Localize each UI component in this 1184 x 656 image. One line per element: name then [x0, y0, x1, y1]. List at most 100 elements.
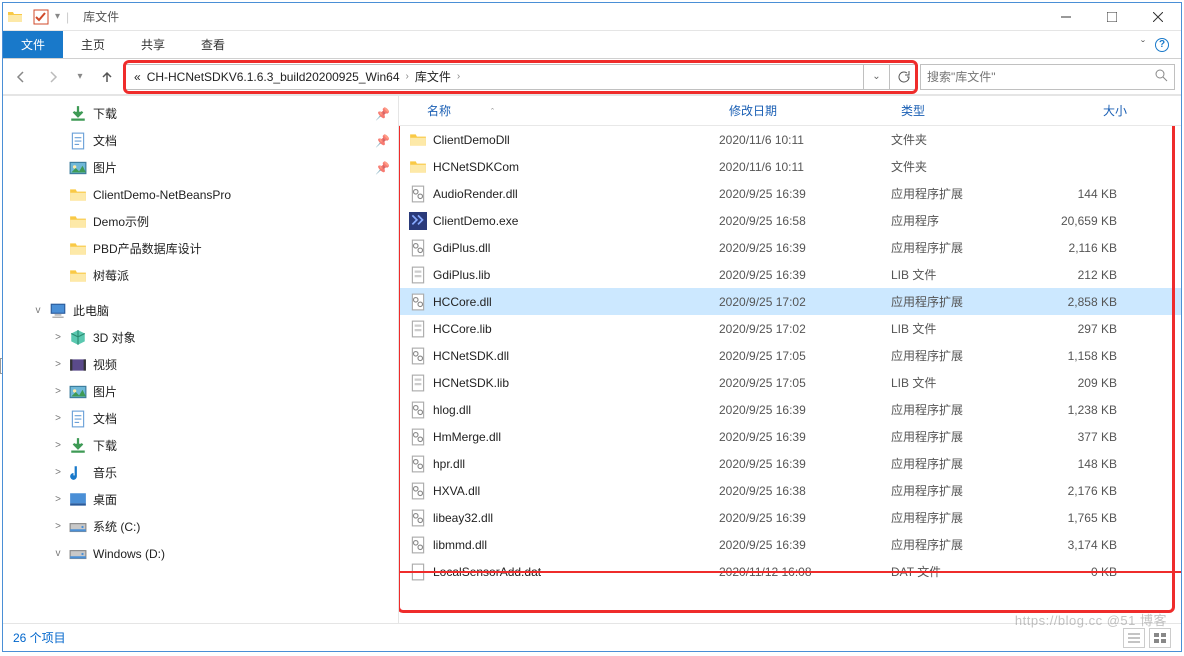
sidebar-item[interactable]: 下载📌: [3, 100, 398, 127]
expand-icon[interactable]: >: [53, 386, 63, 397]
column-date[interactable]: 修改日期: [729, 102, 901, 119]
qat-dropdown-icon[interactable]: ▾: [55, 11, 60, 22]
recent-dropdown[interactable]: ▾: [71, 63, 89, 91]
sidebar-item[interactable]: v此电脑: [3, 297, 398, 324]
tab-view[interactable]: 查看: [183, 31, 243, 58]
file-row[interactable]: AudioRender.dll2020/9/25 16:39应用程序扩展144 …: [399, 180, 1181, 207]
file-size: 377 KB: [1041, 430, 1125, 444]
pin-icon: 📌: [375, 134, 390, 148]
file-name: HXVA.dll: [433, 484, 480, 498]
chevron-right-icon[interactable]: ›: [457, 71, 460, 82]
sidebar-item[interactable]: 文档📌: [3, 127, 398, 154]
pin-icon: 📌: [375, 107, 390, 121]
up-button[interactable]: [93, 63, 121, 91]
sidebar-item[interactable]: Demo示例: [3, 208, 398, 235]
dll-icon: [409, 293, 427, 311]
sidebar-item[interactable]: > 音乐: [3, 459, 398, 486]
expand-icon[interactable]: >: [53, 359, 63, 370]
refresh-button[interactable]: [890, 64, 916, 90]
column-name[interactable]: 名称ˆ: [399, 102, 729, 119]
file-row[interactable]: HmMerge.dll2020/9/25 16:39应用程序扩展377 KB: [399, 423, 1181, 450]
maximize-button[interactable]: [1089, 3, 1135, 31]
back-button[interactable]: [7, 63, 35, 91]
sidebar-item-label: 文档: [93, 410, 117, 427]
tab-home-label: 主页: [81, 36, 105, 53]
sidebar-item[interactable]: vWindows (D:): [3, 540, 398, 567]
file-row[interactable]: HCNetSDK.dll2020/9/25 17:05应用程序扩展1,158 K…: [399, 342, 1181, 369]
address-bar[interactable]: « CH-HCNetSDKV6.1.6.3_build20200925_Win6…: [125, 64, 916, 90]
cube-icon: [69, 329, 87, 347]
file-row[interactable]: GdiPlus.lib2020/9/25 16:39LIB 文件212 KB: [399, 261, 1181, 288]
chevron-right-icon[interactable]: ›: [406, 71, 409, 82]
expand-icon[interactable]: v: [53, 548, 63, 559]
expand-icon[interactable]: >: [53, 494, 63, 505]
minimize-button[interactable]: [1043, 3, 1089, 31]
expand-icon[interactable]: >: [53, 413, 63, 424]
sidebar-item-label: PBD产品数据库设计: [93, 240, 202, 257]
sidebar-item[interactable]: >下载: [3, 432, 398, 459]
help-icon[interactable]: ?: [1155, 38, 1169, 52]
address-dropdown-icon[interactable]: ⌄: [864, 64, 890, 90]
close-button[interactable]: [1135, 3, 1181, 31]
tab-file[interactable]: 文件: [3, 31, 63, 58]
sidebar-item[interactable]: >图片: [3, 378, 398, 405]
sidebar-item[interactable]: 树莓派: [3, 262, 398, 289]
folder-icon: [409, 131, 427, 149]
file-row[interactable]: LocalSensorAdd.dat2020/11/12 16:08DAT 文件…: [399, 558, 1181, 585]
folder-icon: [69, 240, 87, 258]
file-date: 2020/11/12 16:08: [719, 565, 891, 579]
sidebar-item[interactable]: >系统 (C:): [3, 513, 398, 540]
sidebar-item[interactable]: >桌面: [3, 486, 398, 513]
dll-icon: [409, 455, 427, 473]
search-icon[interactable]: [1154, 68, 1168, 85]
sidebar-item[interactable]: >3D 对象: [3, 324, 398, 351]
view-icons-button[interactable]: [1149, 628, 1171, 648]
breadcrumb-prefix: «: [134, 70, 141, 84]
tab-share[interactable]: 共享: [123, 31, 183, 58]
search-input[interactable]: [927, 70, 1127, 84]
file-row[interactable]: HXVA.dll2020/9/25 16:38应用程序扩展2,176 KB: [399, 477, 1181, 504]
file-row[interactable]: ClientDemoDll2020/11/6 10:11文件夹: [399, 126, 1181, 153]
file-name: HCCore.lib: [433, 322, 492, 336]
file-row[interactable]: libmmd.dll2020/9/25 16:39应用程序扩展3,174 KB: [399, 531, 1181, 558]
sidebar-item[interactable]: >视频: [3, 351, 398, 378]
file-row[interactable]: HCCore.dll2020/9/25 17:02应用程序扩展2,858 KB: [399, 288, 1181, 315]
file-row[interactable]: ClientDemo.exe2020/9/25 16:58应用程序20,659 …: [399, 207, 1181, 234]
file-row[interactable]: HCCore.lib2020/9/25 17:02LIB 文件297 KB: [399, 315, 1181, 342]
file-row[interactable]: hpr.dll2020/9/25 16:39应用程序扩展148 KB: [399, 450, 1181, 477]
qat-checkbox-icon[interactable]: [33, 9, 49, 25]
sidebar-item[interactable]: PBD产品数据库设计: [3, 235, 398, 262]
ribbon-expand-icon[interactable]: ˇ: [1141, 38, 1145, 52]
file-size: 2,858 KB: [1041, 295, 1125, 309]
file-row[interactable]: HCNetSDK.lib2020/9/25 17:05LIB 文件209 KB: [399, 369, 1181, 396]
folder-app-icon: [7, 9, 23, 25]
expand-icon[interactable]: >: [53, 467, 63, 478]
tab-home[interactable]: 主页: [63, 31, 123, 58]
expand-icon[interactable]: >: [53, 332, 63, 343]
file-row[interactable]: hlog.dll2020/9/25 16:39应用程序扩展1,238 KB: [399, 396, 1181, 423]
file-name: GdiPlus.lib: [433, 268, 490, 282]
file-row[interactable]: HCNetSDKCom2020/11/6 10:11文件夹: [399, 153, 1181, 180]
file-date: 2020/9/25 17:02: [719, 322, 891, 336]
file-name: LocalSensorAdd.dat: [433, 565, 541, 579]
expand-icon[interactable]: >: [53, 440, 63, 451]
file-row[interactable]: libeay32.dll2020/9/25 16:39应用程序扩展1,765 K…: [399, 504, 1181, 531]
column-size[interactable]: 大小: [1051, 102, 1135, 119]
view-details-button[interactable]: [1123, 628, 1145, 648]
breadcrumb-item[interactable]: CH-HCNetSDKV6.1.6.3_build20200925_Win64: [147, 70, 400, 84]
search-box[interactable]: [920, 64, 1175, 90]
file-row[interactable]: GdiPlus.dll2020/9/25 16:39应用程序扩展2,116 KB: [399, 234, 1181, 261]
file-date: 2020/11/6 10:11: [719, 160, 891, 174]
sidebar-item-label: 音乐: [93, 464, 117, 481]
column-type[interactable]: 类型: [901, 102, 1051, 119]
breadcrumb-item[interactable]: 库文件: [415, 68, 451, 85]
expand-icon[interactable]: >: [53, 521, 63, 532]
sidebar-item[interactable]: > 文档: [3, 405, 398, 432]
forward-button[interactable]: [39, 63, 67, 91]
expand-icon[interactable]: v: [33, 305, 43, 316]
music-icon: [69, 464, 87, 482]
column-headers: 名称ˆ 修改日期 类型 大小: [399, 96, 1181, 126]
file-name: libeay32.dll: [433, 511, 493, 525]
sidebar-item[interactable]: 图片📌: [3, 154, 398, 181]
sidebar-item[interactable]: ClientDemo-NetBeansPro: [3, 181, 398, 208]
